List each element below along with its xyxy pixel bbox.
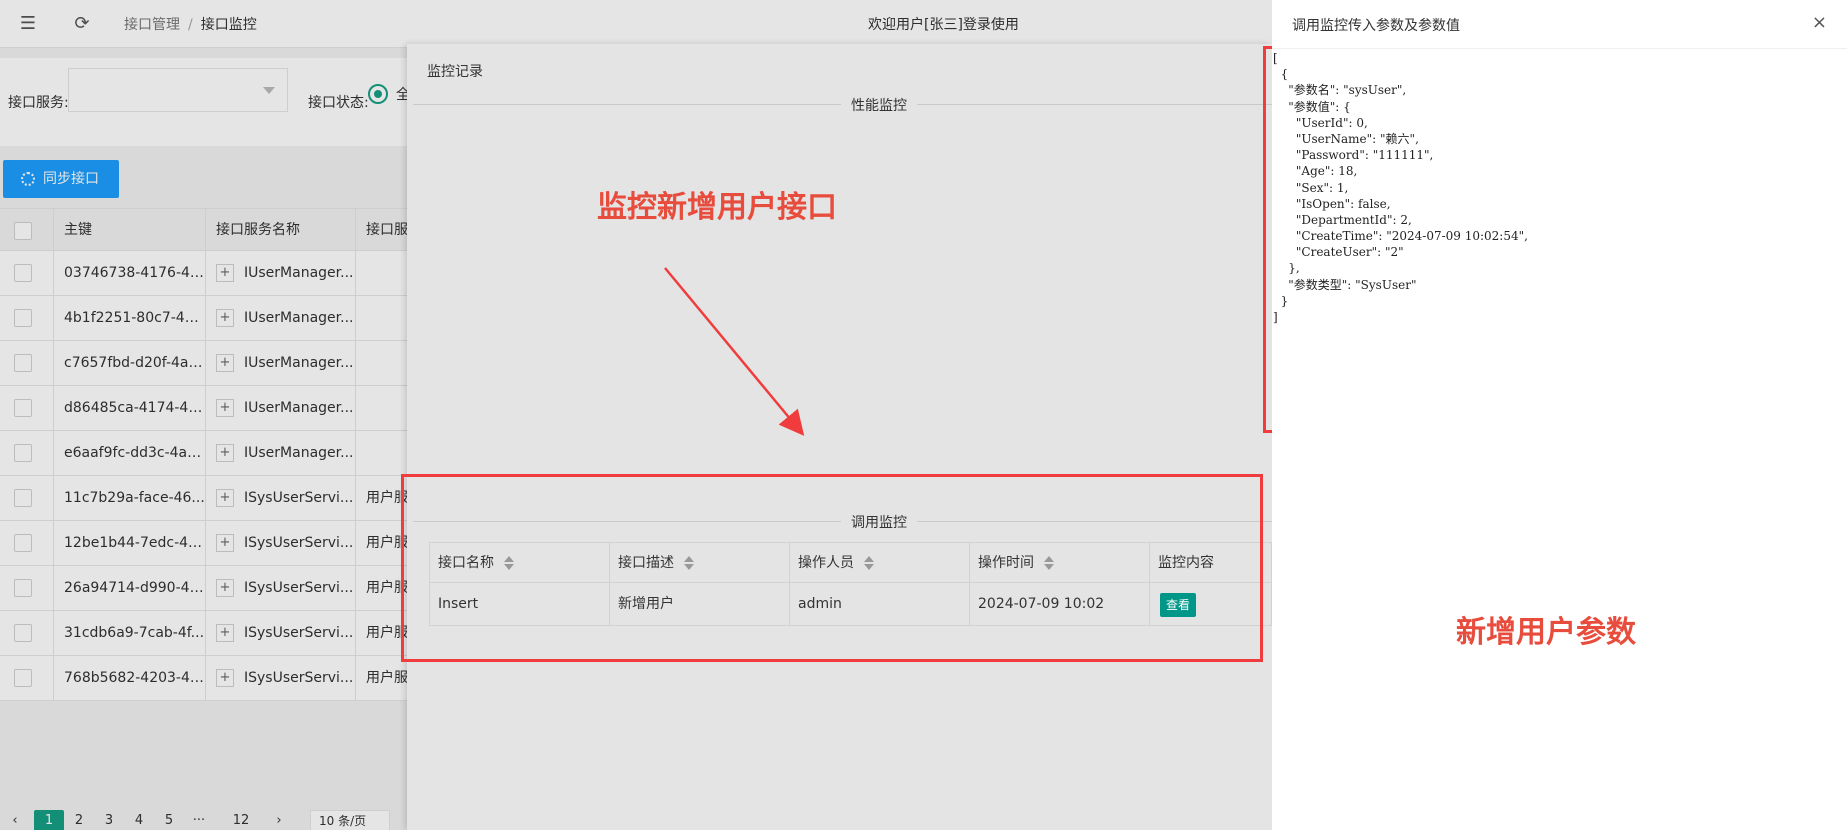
json-line: "UserName": "赖六",	[1273, 131, 1419, 146]
json-line: ]	[1273, 310, 1278, 324]
annotation-params: 新增用户参数	[1456, 615, 1636, 650]
json-line: "参数类型": "SysUser"	[1273, 277, 1417, 292]
json-line: "Password": "111111",	[1273, 148, 1434, 163]
json-line: "Age": 18,	[1273, 164, 1358, 179]
json-line: }	[1273, 293, 1289, 308]
json-line: "IsOpen": false,	[1273, 196, 1391, 211]
json-line: "CreateTime": "2024-07-09 10:02:54",	[1273, 229, 1528, 244]
json-line: "参数名": "sysUser",	[1273, 83, 1407, 98]
json-line: "DepartmentId": 2,	[1273, 212, 1412, 227]
drawer-title: 调用监控传入参数及参数值	[1292, 18, 1460, 34]
params-json: [ { "参数名": "sysUser", "参数值": { "UserId":…	[1273, 50, 1847, 325]
json-line: },	[1273, 261, 1300, 276]
json-line: "Sex": 1,	[1273, 180, 1349, 195]
monitor-record-panel: 监控记录 性能监控 监控新增用户接口 调用监控 接口名称 接口描述 操作人员 操…	[407, 44, 1272, 830]
json-line: {	[1273, 67, 1289, 82]
json-line: "UserId": 0,	[1273, 115, 1368, 130]
json-line: [	[1273, 51, 1278, 65]
annotation-monitor-insert: 监控新增用户接口	[597, 190, 837, 225]
annotation-box-call-table	[401, 474, 1263, 662]
close-icon[interactable]: ×	[1812, 12, 1827, 33]
perf-section-label: 性能监控	[841, 95, 917, 115]
json-line: "参数值": {	[1273, 99, 1351, 114]
panel-title: 监控记录	[427, 64, 483, 80]
params-drawer: 调用监控传入参数及参数值 × [ { "参数名": "sysUser", "参数…	[1272, 0, 1847, 830]
drawer-divider	[1272, 48, 1847, 49]
json-line: "CreateUser": "2"	[1273, 245, 1404, 260]
